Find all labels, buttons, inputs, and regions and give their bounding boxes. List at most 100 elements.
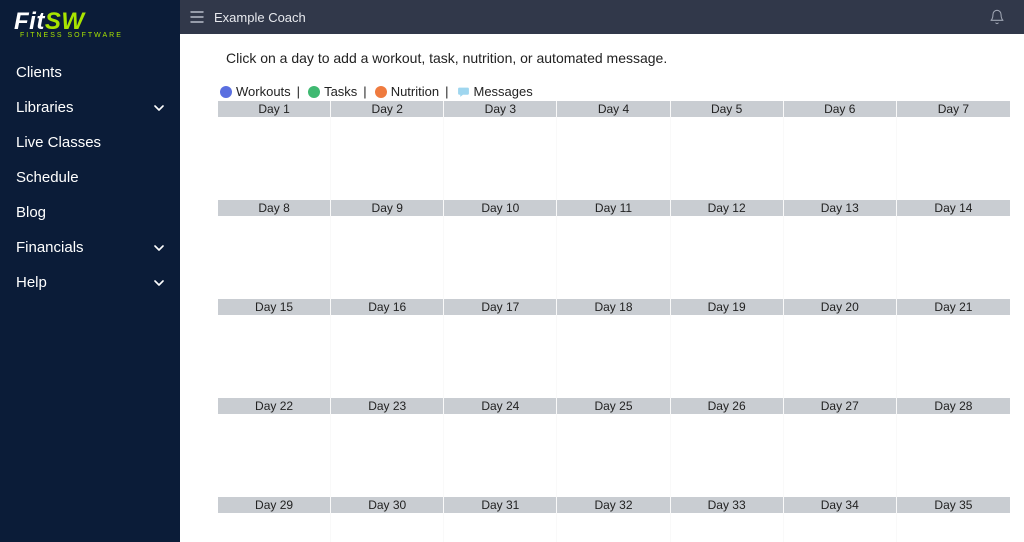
- calendar-day[interactable]: Day 9: [331, 200, 444, 299]
- instruction-text: Click on a day to add a workout, task, n…: [180, 34, 1024, 84]
- calendar-day[interactable]: Day 22: [218, 398, 331, 497]
- legend-separator: |: [295, 84, 304, 99]
- calendar-day[interactable]: Day 23: [331, 398, 444, 497]
- legend-tasks-label: Tasks: [324, 84, 357, 99]
- sidebar-item-label: Libraries: [16, 99, 74, 116]
- calendar-day-label: Day 34: [784, 497, 896, 513]
- calendar-day[interactable]: Day 10: [444, 200, 557, 299]
- topbar: Example Coach: [180, 0, 1024, 34]
- sidebar-nav: Clients Libraries Live ClassesScheduleBlog…: [0, 55, 180, 300]
- tasks-dot-icon: [308, 86, 320, 98]
- calendar-day-body: [218, 315, 330, 396]
- calendar-day-label: Day 19: [671, 299, 783, 315]
- calendar-day[interactable]: Day 16: [331, 299, 444, 398]
- sidebar-item-help[interactable]: Help: [0, 265, 180, 300]
- calendar-day[interactable]: Day 2: [331, 101, 444, 200]
- calendar-week: Day 15Day 16Day 17Day 18Day 19Day 20Day …: [218, 299, 1010, 398]
- calendar-day[interactable]: Day 30: [331, 497, 444, 542]
- calendar-day[interactable]: Day 33: [671, 497, 784, 542]
- calendar-day[interactable]: Day 20: [784, 299, 897, 398]
- calendar-day[interactable]: Day 8: [218, 200, 331, 299]
- chevron-down-icon: [154, 278, 164, 288]
- calendar-day-body: [671, 513, 783, 542]
- calendar-day-body: [784, 216, 896, 297]
- calendar-day-label: Day 6: [784, 101, 896, 117]
- calendar-day[interactable]: Day 4: [557, 101, 670, 200]
- calendar-day[interactable]: Day 21: [897, 299, 1010, 398]
- calendar-day-body: [897, 513, 1010, 542]
- calendar-day[interactable]: Day 29: [218, 497, 331, 542]
- calendar-day[interactable]: Day 18: [557, 299, 670, 398]
- calendar-day-body: [897, 414, 1010, 495]
- calendar-day[interactable]: Day 34: [784, 497, 897, 542]
- legend-messages-label: Messages: [474, 84, 533, 99]
- sidebar-item-financials[interactable]: Financials: [0, 230, 180, 265]
- calendar-day-label: Day 17: [444, 299, 556, 315]
- calendar-day-body: [444, 117, 556, 198]
- calendar-day-label: Day 13: [784, 200, 896, 216]
- calendar-day[interactable]: Day 11: [557, 200, 670, 299]
- calendar-day[interactable]: Day 3: [444, 101, 557, 200]
- calendar-day-body: [784, 414, 896, 495]
- calendar-day[interactable]: Day 24: [444, 398, 557, 497]
- calendar-day-body: [897, 117, 1010, 198]
- calendar-week: Day 29Day 30Day 31Day 32Day 33Day 34Day …: [218, 497, 1010, 542]
- calendar-day[interactable]: Day 17: [444, 299, 557, 398]
- legend-separator: |: [361, 84, 370, 99]
- calendar-day[interactable]: Day 32: [557, 497, 670, 542]
- calendar-day-body: [557, 414, 669, 495]
- sidebar-item-label: Financials: [16, 239, 84, 256]
- messages-chat-icon: [457, 86, 470, 98]
- sidebar-item-schedule[interactable]: Schedule: [0, 160, 180, 195]
- calendar-week: Day 1Day 2Day 3Day 4Day 5Day 6Day 7: [218, 101, 1010, 200]
- calendar-day[interactable]: Day 14: [897, 200, 1010, 299]
- logo-text-main: Fit: [14, 8, 45, 35]
- calendar-day[interactable]: Day 26: [671, 398, 784, 497]
- calendar-day[interactable]: Day 27: [784, 398, 897, 497]
- sidebar-item-libraries[interactable]: Libraries: [0, 90, 180, 125]
- sidebar-item-label: Help: [16, 274, 47, 291]
- calendar-day-body: [444, 216, 556, 297]
- calendar-day-label: Day 11: [557, 200, 669, 216]
- main-content: Click on a day to add a workout, task, n…: [180, 34, 1024, 542]
- calendar-day-body: [218, 414, 330, 495]
- calendar-day-body: [557, 513, 669, 542]
- calendar-day-body: [218, 117, 330, 198]
- calendar-day[interactable]: Day 25: [557, 398, 670, 497]
- calendar-day[interactable]: Day 28: [897, 398, 1010, 497]
- legend-workouts-label: Workouts: [236, 84, 291, 99]
- calendar-day-label: Day 2: [331, 101, 443, 117]
- calendar-day[interactable]: Day 19: [671, 299, 784, 398]
- calendar-day[interactable]: Day 15: [218, 299, 331, 398]
- calendar-day-body: [784, 513, 896, 542]
- hamburger-icon[interactable]: [180, 0, 214, 34]
- calendar-week: Day 8Day 9Day 10Day 11Day 12Day 13Day 14: [218, 200, 1010, 299]
- calendar-grid: Day 1Day 2Day 3Day 4Day 5Day 6Day 7Day 8…: [218, 101, 1010, 542]
- calendar-day-body: [444, 414, 556, 495]
- calendar-day[interactable]: Day 1: [218, 101, 331, 200]
- calendar-day-label: Day 1: [218, 101, 330, 117]
- calendar-day[interactable]: Day 35: [897, 497, 1010, 542]
- sidebar-item-blog[interactable]: Blog: [0, 195, 180, 230]
- calendar-day-label: Day 9: [331, 200, 443, 216]
- calendar-day-label: Day 22: [218, 398, 330, 414]
- calendar-day[interactable]: Day 6: [784, 101, 897, 200]
- calendar-day[interactable]: Day 31: [444, 497, 557, 542]
- calendar-day[interactable]: Day 7: [897, 101, 1010, 200]
- logo-text-accent: SW: [45, 8, 85, 35]
- calendar-day[interactable]: Day 5: [671, 101, 784, 200]
- calendar-legend: Workouts | Tasks | Nutrition | Messages: [180, 84, 1024, 99]
- calendar-day-label: Day 15: [218, 299, 330, 315]
- notifications-bell-icon[interactable]: [980, 0, 1014, 34]
- chevron-down-icon: [154, 243, 164, 253]
- sidebar-item-live-classes[interactable]: Live Classes: [0, 125, 180, 160]
- calendar-day[interactable]: Day 13: [784, 200, 897, 299]
- calendar-day-label: Day 23: [331, 398, 443, 414]
- calendar-day-body: [331, 216, 443, 297]
- calendar-day-body: [671, 117, 783, 198]
- calendar-day-body: [331, 117, 443, 198]
- calendar-day-label: Day 10: [444, 200, 556, 216]
- calendar-day[interactable]: Day 12: [671, 200, 784, 299]
- nutrition-dot-icon: [375, 86, 387, 98]
- sidebar-item-clients[interactable]: Clients: [0, 55, 180, 90]
